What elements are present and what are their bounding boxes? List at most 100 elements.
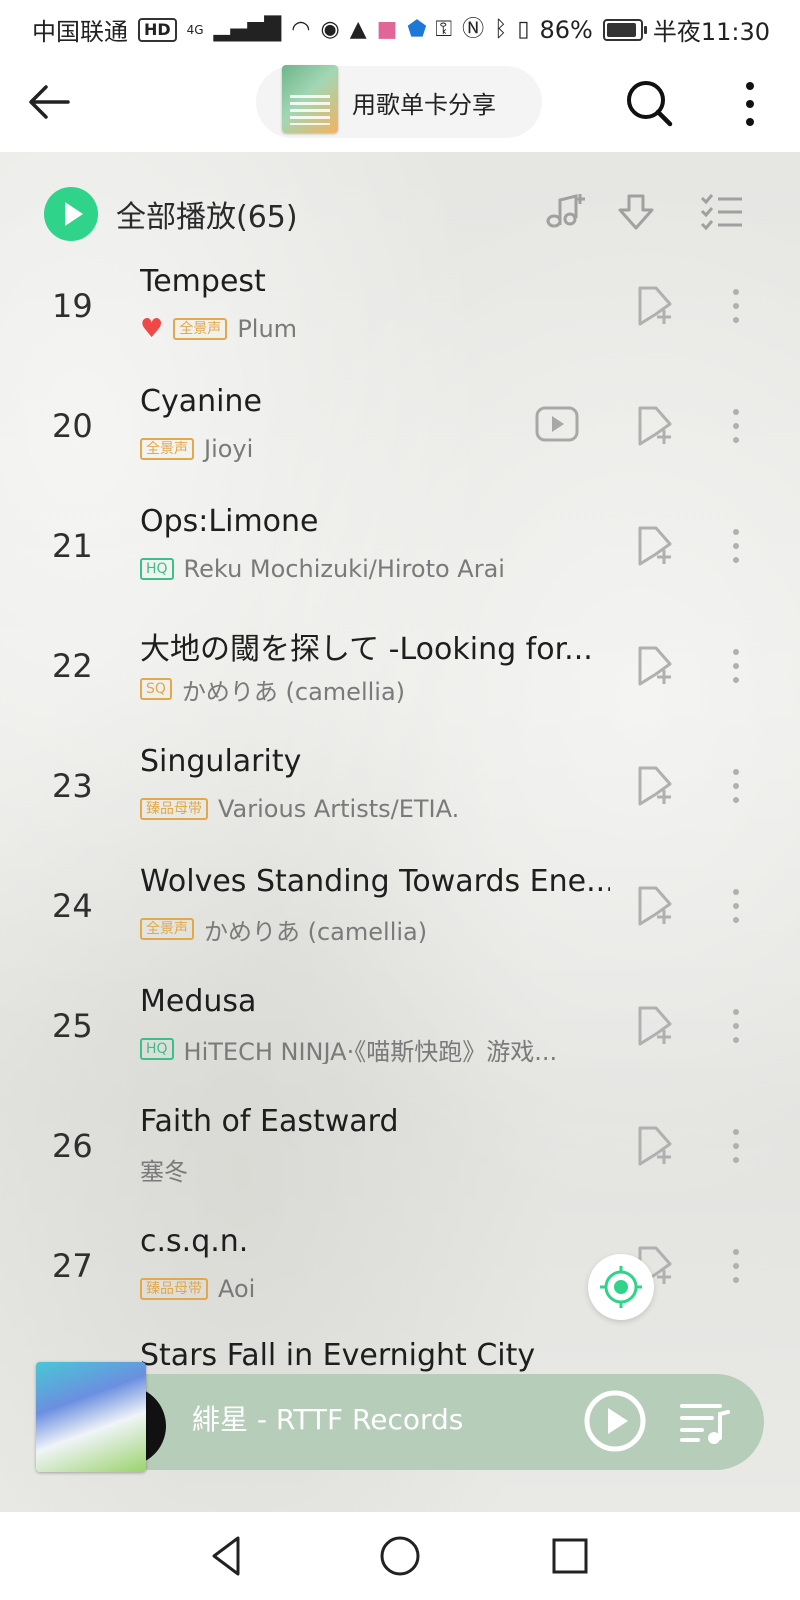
track-artist: かめりあ (camellia) — [181, 677, 406, 705]
track-title-partial: Stars Fall in Evernight City — [140, 1338, 536, 1372]
track-more-button[interactable] — [724, 1124, 748, 1168]
add-to-playlist-button[interactable] — [634, 404, 678, 448]
track-row[interactable]: 24 Wolves Standing Towards Ene... 全景声 かめりあ … — [0, 846, 800, 966]
track-more-button[interactable] — [724, 284, 748, 328]
add-to-playlist-button[interactable] — [634, 764, 678, 808]
more-vertical-icon — [733, 889, 739, 923]
track-number: 21 — [52, 527, 93, 565]
track-artist: Various Artists/ETIA. — [218, 795, 460, 823]
bluetooth-icon: ᛒ — [494, 16, 508, 42]
add-to-playlist-button[interactable] — [634, 884, 678, 928]
bookmark-add-icon — [638, 766, 672, 806]
track-subtitle: HQ HiTECH NINJA·《喵斯快跑》游戏... — [140, 1034, 610, 1064]
more-options-button[interactable] — [726, 78, 774, 130]
track-artist: 塞冬 — [140, 1157, 188, 1185]
play-pause-button[interactable] — [580, 1386, 650, 1456]
bookmark-add-icon — [638, 886, 672, 926]
quality-badge: 全景声 — [140, 438, 194, 460]
add-to-playlist-button[interactable] — [634, 524, 678, 568]
bookmark-add-icon — [638, 406, 672, 446]
share-playlist-card-button[interactable]: 用歌单卡分享 — [256, 65, 542, 138]
bilibili-icon: ■ — [376, 16, 398, 42]
track-artist: Plum — [237, 315, 298, 343]
battery-icon — [602, 18, 647, 41]
track-row[interactable]: 25 Medusa HQ HiTECH NINJA·《喵斯快跑》游戏... — [0, 966, 800, 1086]
track-row[interactable]: 22 大地の閾を探して -Looking for... SQ かめりあ (camell… — [0, 606, 800, 726]
track-number: 23 — [52, 767, 93, 805]
track-row[interactable]: 21 Ops:Limone HQ Reku Mochizuki/Hiroto Arai — [0, 486, 800, 606]
track-subtitle: SQ かめりあ (camellia) — [140, 674, 610, 704]
track-title: 大地の閾を探して -Looking for... — [140, 632, 593, 667]
back-button[interactable] — [24, 76, 76, 128]
track-more-button[interactable] — [724, 884, 748, 928]
more-vertical-icon — [733, 1249, 739, 1283]
track-artist: Reku Mochizuki/Hiroto Arai — [183, 555, 505, 583]
track-number: 19 — [52, 287, 93, 325]
track-more-button[interactable] — [724, 524, 748, 568]
key-icon: ⚿ — [435, 16, 453, 42]
track-number: 27 — [52, 1247, 93, 1285]
status-right: ⚿ Ⓝ ᛒ ▯ 86% 半夜11:30 — [435, 12, 770, 47]
more-vertical-icon — [733, 1129, 739, 1163]
more-vertical-icon — [733, 409, 739, 443]
more-vertical-icon — [733, 1009, 739, 1043]
nav-back-button[interactable] — [204, 1532, 252, 1580]
add-to-playlist-button[interactable] — [634, 284, 678, 328]
quality-badge: 全景声 — [140, 918, 194, 940]
status-bar: 中国联通 HD 4G ▂▄▆█ ◠ ◉ ▲ ■ ⬟ ⚿ Ⓝ ᛒ ▯ 86% 半夜… — [0, 0, 800, 56]
bookmark-add-icon — [638, 526, 672, 566]
track-title: Tempest — [140, 264, 266, 299]
download-button[interactable] — [612, 188, 660, 236]
hd-badge: HD — [138, 17, 177, 42]
play-all-button[interactable]: 全部播放(65) — [44, 186, 298, 242]
music-add-icon — [546, 194, 585, 228]
track-more-button[interactable] — [724, 644, 748, 688]
add-to-playlist-button[interactable] — [634, 644, 678, 688]
more-vertical-icon — [733, 649, 739, 683]
add-to-playlist-button[interactable] — [634, 1124, 678, 1168]
multi-select-button[interactable] — [698, 188, 746, 236]
track-number: 22 — [52, 647, 93, 685]
track-title: Medusa — [140, 984, 257, 1019]
more-vertical-icon — [733, 529, 739, 563]
track-number: 20 — [52, 407, 93, 445]
system-nav-bar — [0, 1512, 800, 1600]
circle-home-icon — [380, 1536, 420, 1576]
now-playing-title: 緋星 - RTTF Records — [192, 1403, 464, 1436]
track-row[interactable]: 19 Tempest ♥ 全景声 Plum — [0, 246, 800, 366]
back-arrow-icon — [29, 85, 70, 119]
track-more-button[interactable] — [724, 764, 748, 808]
add-music-button[interactable] — [540, 188, 588, 236]
track-number: 24 — [52, 887, 93, 925]
track-more-button[interactable] — [724, 1004, 748, 1048]
add-to-playlist-button[interactable] — [634, 1004, 678, 1048]
search-button[interactable] — [624, 78, 676, 130]
music-video-button[interactable] — [534, 404, 580, 444]
playlist-card-thumbnail — [282, 65, 338, 133]
nav-home-button[interactable] — [376, 1532, 424, 1580]
track-title: Wolves Standing Towards Ene... — [140, 864, 610, 899]
mini-player[interactable]: 緋星 - RTTF Records — [36, 1362, 764, 1472]
play-all-label: 全部播放(65) — [116, 200, 298, 235]
playlist-queue-icon — [680, 1404, 730, 1444]
track-row[interactable]: 23 Singularity 臻品母带 Various Artists/ETIA. — [0, 726, 800, 846]
album-disc[interactable] — [36, 1362, 166, 1472]
clock: 半夜11:30 — [652, 18, 770, 46]
carrier-name: 中国联通 — [32, 18, 128, 46]
track-more-button[interactable] — [724, 404, 748, 448]
nav-recents-button[interactable] — [546, 1532, 594, 1580]
track-row[interactable]: 27 c.s.q.n. 臻品母带 Aoi — [0, 1206, 800, 1326]
track-title: Singularity — [140, 744, 302, 779]
track-artist: Aoi — [218, 1275, 256, 1303]
quality-badge: 臻品母带 — [140, 1278, 208, 1300]
track-more-button[interactable] — [724, 1244, 748, 1288]
track-subtitle: 臻品母带 Aoi — [140, 1274, 610, 1304]
locate-icon — [600, 1266, 642, 1308]
track-row[interactable]: 26 Faith of Eastward 塞冬 — [0, 1086, 800, 1206]
more-vertical-icon — [733, 289, 739, 323]
play-queue-button[interactable] — [676, 1394, 732, 1450]
locate-current-song-button[interactable] — [588, 1254, 654, 1320]
track-row[interactable]: 20 Cyanine 全景声 Jioyi — [0, 366, 800, 486]
playlist-content: 全部播放(65) 19 Tempest ♥ 全景声 Plum 20 Cyanine 全景声 Ji… — [0, 152, 800, 1512]
top-bar: 用歌单卡分享 — [0, 56, 800, 152]
